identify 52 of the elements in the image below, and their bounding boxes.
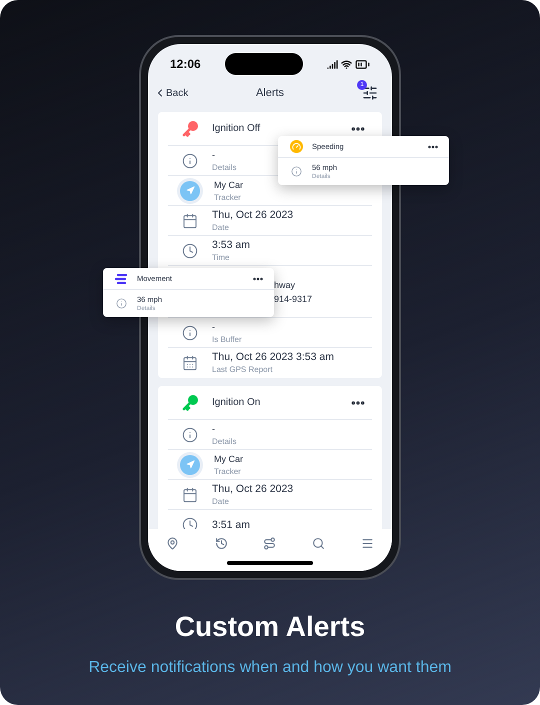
headline: Custom Alerts: [174, 610, 366, 644]
row-label: Tracker: [214, 466, 242, 476]
screen-title: Alerts: [256, 86, 284, 101]
history-icon[interactable]: [214, 537, 228, 550]
row-value: Thu, Oct 26 2023: [212, 482, 294, 496]
row-value: Thu, Oct 26 2023: [212, 208, 294, 222]
row-label: Details: [212, 436, 236, 446]
row-value: My Car: [214, 452, 243, 466]
back-button[interactable]: Back: [154, 86, 188, 100]
row-label: Time: [212, 252, 230, 262]
status-time: 12:06: [170, 56, 201, 73]
info-icon: [182, 426, 198, 442]
subtitle: Receive notifications when and how you want them: [88, 658, 452, 678]
key-icon: [182, 394, 198, 411]
calendar-icon: [182, 355, 198, 371]
signal-icon: [326, 58, 338, 70]
row-value: Thu, Oct 26 2023 3:53 am: [212, 351, 334, 364]
location-icon[interactable]: [166, 537, 179, 550]
row-label: Tracker: [214, 192, 242, 202]
wifi-icon: [340, 58, 352, 70]
filter-button[interactable]: [362, 85, 378, 101]
route-icon[interactable]: [263, 537, 276, 550]
row-value: -: [212, 422, 216, 436]
info-icon: [182, 324, 198, 340]
clock-icon: [182, 517, 198, 529]
row-label: Date: [212, 496, 230, 506]
key-icon: [182, 120, 198, 137]
row-label: Is Buffer: [212, 334, 242, 344]
row-value: -: [212, 148, 216, 162]
row-value: -: [212, 320, 216, 334]
row-value: 3:53 am: [212, 238, 250, 252]
info-icon: [290, 166, 302, 177]
row-value: 3:51 am: [212, 518, 250, 529]
gauge-icon: [290, 140, 302, 153]
info-icon: [182, 152, 198, 168]
row-label: Last GPS Report: [212, 364, 274, 375]
clock-icon: [182, 242, 198, 258]
address-line: hway: [274, 278, 296, 292]
menu-icon[interactable]: [361, 537, 374, 550]
row-label: Date: [212, 222, 230, 232]
row-value: My Car: [214, 178, 243, 192]
info-icon: [116, 298, 126, 309]
alert-title: Ignition On: [212, 396, 262, 410]
alert-title: Ignition Off: [212, 122, 262, 136]
calendar-icon: [182, 212, 198, 228]
movement-icon: [114, 274, 128, 284]
tracker-icon: [180, 454, 200, 474]
row-label: Details: [212, 162, 236, 172]
tracker-icon: [180, 180, 200, 200]
calendar-icon: [182, 486, 198, 502]
phone-number: 914-9317: [274, 292, 312, 306]
search-icon[interactable]: [312, 537, 326, 550]
